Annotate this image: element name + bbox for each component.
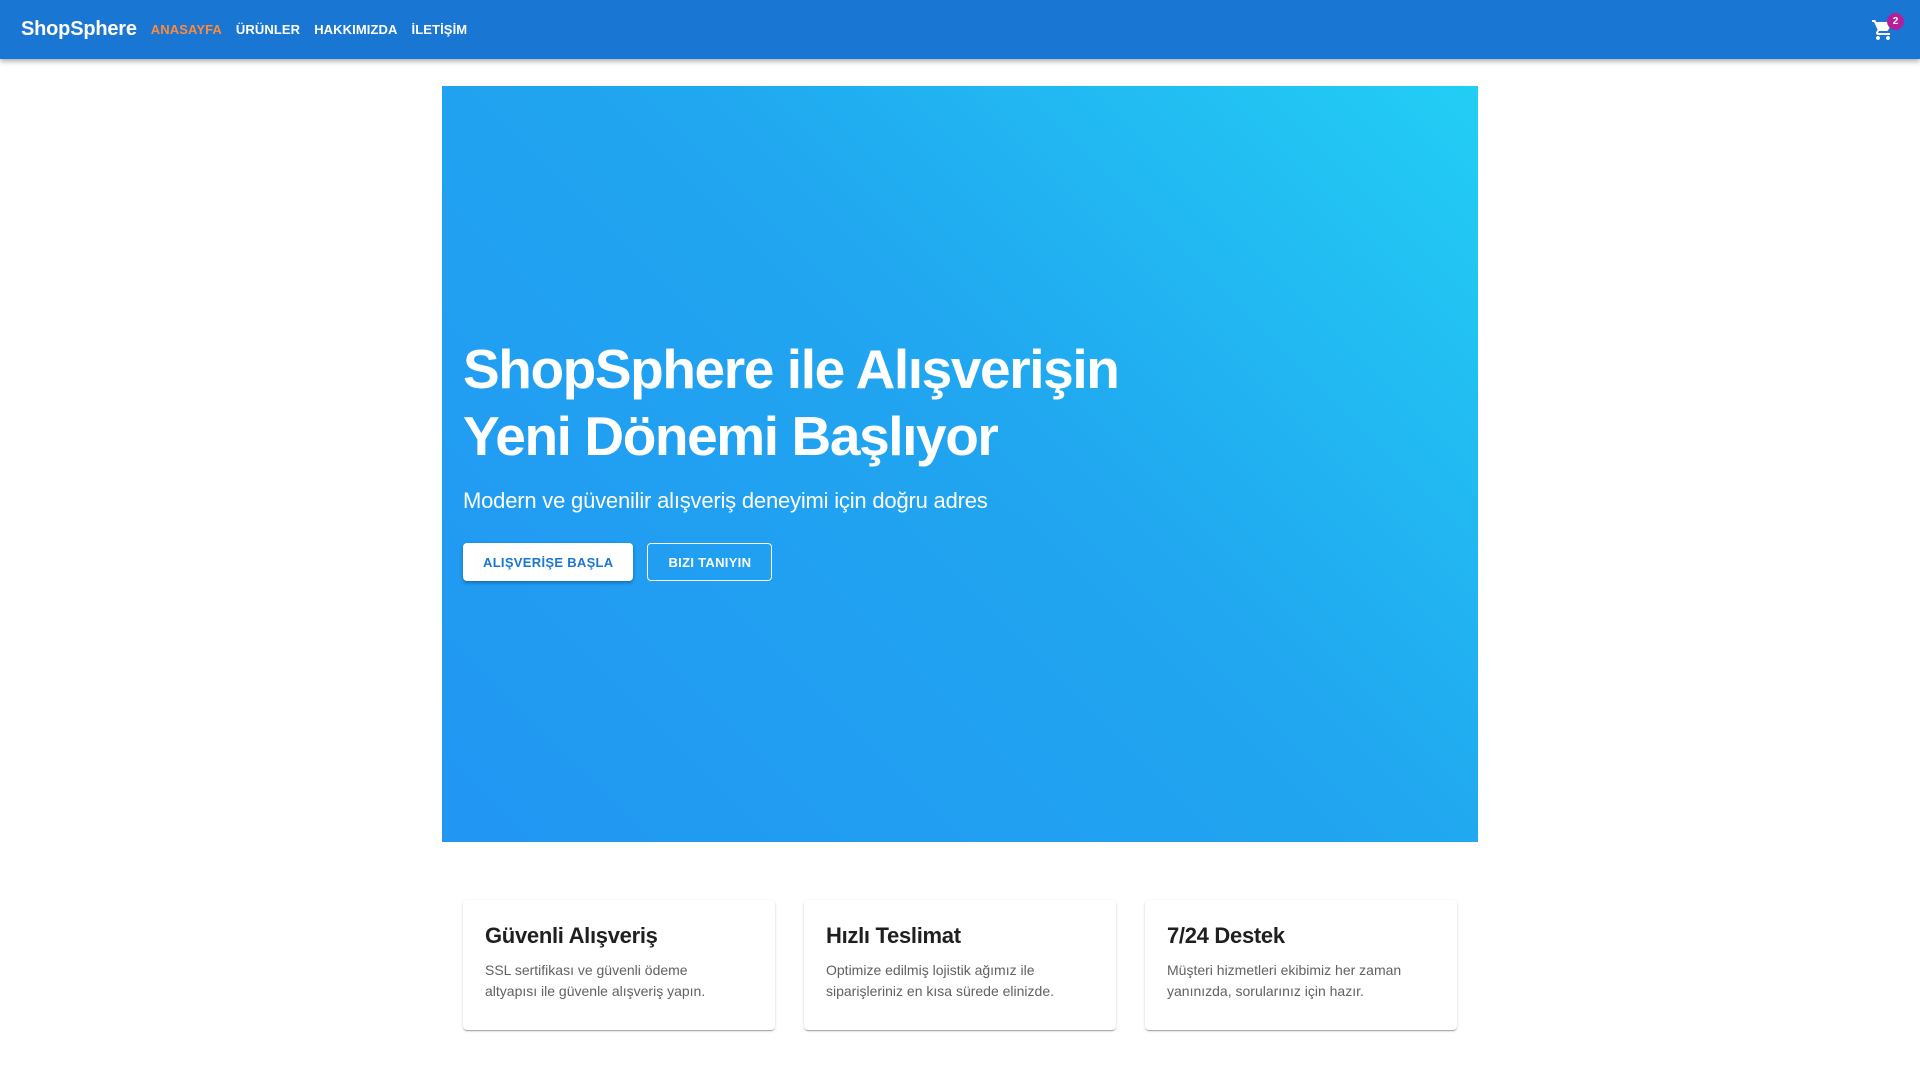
feature-card-text-line-1: Optimize edilmiş lojistik ağımız ile: [826, 962, 1035, 978]
feature-card-delivery: Hızlı Teslimat Optimize edilmiş lojistik…: [804, 900, 1116, 1030]
feature-card-text-line-1: Müşteri hizmetleri ekibimiz her zaman: [1167, 962, 1402, 978]
hero-banner: ShopSphere ile Alışverişin Yeni Dönemi B…: [442, 86, 1478, 842]
feature-card-text-line-2: yanınızda, sorularınız için hazır.: [1167, 983, 1364, 999]
feature-card-title: Hızlı Teslimat: [826, 923, 961, 948]
feature-card-title: Güvenli Alışveriş: [485, 923, 658, 948]
start-shopping-button[interactable]: ALIŞVERİŞE BAŞLA: [463, 543, 634, 581]
nav-link-about[interactable]: HAKKIMIZDA: [314, 22, 397, 37]
feature-card-text: Müşteri hizmetleri ekibimiz her zaman ya…: [1167, 960, 1435, 1002]
nav-link-products[interactable]: ÜRÜNLER: [236, 22, 300, 37]
hero-content: ShopSphere ile Alışverişin Yeni Dönemi B…: [463, 336, 1183, 581]
nav-link-contact[interactable]: İLETİŞİM: [412, 22, 468, 37]
cart-count-badge: 2: [1887, 12, 1904, 30]
hero-subtitle: Modern ve güvenilir alışveriş deneyimi i…: [463, 488, 988, 513]
hero-title: ShopSphere ile Alışverişin Yeni Dönemi B…: [463, 336, 1183, 470]
cart-button[interactable]: 2: [1868, 12, 1904, 45]
app-bar: ShopSphere ANASAYFA ÜRÜNLER HAKKIMIZDA İ…: [0, 0, 1920, 59]
nav-link-home[interactable]: ANASAYFA: [151, 22, 222, 37]
feature-card-text: SSL sertifikası ve güvenli ödeme altyapı…: [485, 960, 753, 1002]
hero-actions: ALIŞVERİŞE BAŞLA BIZI TANIYIN: [463, 543, 1183, 581]
feature-card-title: 7/24 Destek: [1167, 923, 1285, 948]
feature-card-text-line-1: SSL sertifikası ve güvenli ödeme: [485, 962, 688, 978]
main-nav: ANASAYFA ÜRÜNLER HAKKIMIZDA İLETİŞİM: [151, 22, 467, 37]
brand-logo[interactable]: ShopSphere: [21, 18, 137, 41]
hero-title-line-2: Yeni Dönemi Başlıyor: [463, 405, 999, 467]
feature-card-text-line-2: siparişleriniz en kısa sürede elinizde.: [826, 983, 1054, 999]
about-us-button[interactable]: BIZI TANIYIN: [647, 543, 773, 581]
feature-card-support: 7/24 Destek Müşteri hizmetleri ekibimiz …: [1145, 900, 1457, 1030]
features-section: Güvenli Alışveriş SSL sertifikası ve güv…: [463, 900, 1457, 1030]
feature-card-secure: Güvenli Alışveriş SSL sertifikası ve güv…: [463, 900, 775, 1030]
feature-card-text-line-2: altyapısı ile güvenle alışveriş yapın.: [485, 983, 706, 999]
feature-card-text: Optimize edilmiş lojistik ağımız ile sip…: [826, 960, 1094, 1002]
hero-title-line-1: ShopSphere ile Alışverişin: [463, 338, 1120, 400]
